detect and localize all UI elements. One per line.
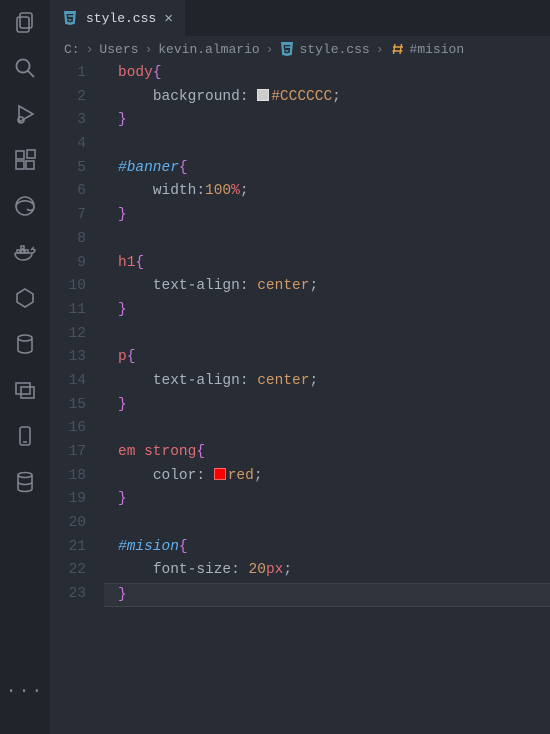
code-line[interactable]: #mision{ — [104, 536, 550, 560]
color-swatch — [214, 468, 226, 480]
code-line[interactable] — [104, 228, 550, 252]
breadcrumb-part[interactable]: Users — [99, 42, 138, 57]
database-icon[interactable] — [11, 330, 39, 358]
code-line[interactable]: } — [104, 488, 550, 512]
docker-icon[interactable] — [11, 238, 39, 266]
tab-style-css[interactable]: style.css × — [50, 0, 185, 36]
breadcrumb-file-label: style.css — [299, 42, 369, 57]
symbol-id-icon — [390, 41, 406, 57]
edge-icon[interactable] — [11, 192, 39, 220]
explorer-icon[interactable] — [11, 8, 39, 36]
line-number: 1 — [50, 62, 86, 86]
code-line[interactable]: } — [104, 109, 550, 133]
search-icon[interactable] — [11, 54, 39, 82]
code-line[interactable]: } — [104, 583, 550, 607]
chevron-right-icon: › — [376, 42, 384, 57]
editor-group: style.css × C: › Users › kevin.almario ›… — [50, 0, 550, 734]
line-number: 2 — [50, 86, 86, 110]
line-number: 14 — [50, 370, 86, 394]
code-line[interactable]: text-align: center; — [104, 275, 550, 299]
breadcrumb-file[interactable]: style.css — [279, 41, 369, 57]
hexagon-icon[interactable] — [11, 284, 39, 312]
breadcrumb-part[interactable]: kevin.almario — [158, 42, 259, 57]
code-editor[interactable]: 1234567891011121314151617181920212223 bo… — [50, 62, 550, 734]
code-area[interactable]: body{ background: #CCCCCC;} #banner{ widt… — [104, 62, 550, 734]
line-number: 12 — [50, 323, 86, 347]
chevron-right-icon: › — [86, 42, 94, 57]
breadcrumb-part[interactable]: C: — [64, 42, 80, 57]
line-number: 15 — [50, 394, 86, 418]
code-line[interactable] — [104, 417, 550, 441]
database2-icon[interactable] — [11, 468, 39, 496]
code-line[interactable]: } — [104, 394, 550, 418]
code-line[interactable]: p{ — [104, 346, 550, 370]
code-line[interactable]: background: #CCCCCC; — [104, 86, 550, 110]
breadcrumbs[interactable]: C: › Users › kevin.almario › style.css ›… — [50, 36, 550, 62]
breadcrumb-symbol[interactable]: #mision — [390, 41, 465, 57]
tab-label: style.css — [86, 11, 156, 26]
code-line[interactable]: color: red; — [104, 465, 550, 489]
line-number: 11 — [50, 299, 86, 323]
breadcrumb-symbol-label: #mision — [410, 42, 465, 57]
windows-icon[interactable] — [11, 376, 39, 404]
chevron-right-icon: › — [266, 42, 274, 57]
more-icon[interactable]: ··· — [11, 678, 39, 706]
line-number: 22 — [50, 559, 86, 583]
extensions-icon[interactable] — [11, 146, 39, 174]
line-number: 16 — [50, 417, 86, 441]
line-number: 4 — [50, 133, 86, 157]
tabs-bar: style.css × — [50, 0, 550, 36]
activity-bar: ··· — [0, 0, 50, 734]
code-line[interactable]: text-align: center; — [104, 370, 550, 394]
css-file-icon — [279, 41, 295, 57]
run-debug-icon[interactable] — [11, 100, 39, 128]
line-number: 18 — [50, 465, 86, 489]
code-line[interactable]: font-size: 20px; — [104, 559, 550, 583]
code-line[interactable]: #banner{ — [104, 157, 550, 181]
line-number: 13 — [50, 346, 86, 370]
code-line[interactable] — [104, 133, 550, 157]
line-number: 3 — [50, 109, 86, 133]
code-line[interactable]: body{ — [104, 62, 550, 86]
line-number: 9 — [50, 252, 86, 276]
line-number: 7 — [50, 204, 86, 228]
close-icon[interactable]: × — [164, 10, 173, 27]
code-line[interactable]: } — [104, 204, 550, 228]
code-line[interactable]: width:100%; — [104, 180, 550, 204]
css-file-icon — [62, 10, 78, 26]
line-number: 17 — [50, 441, 86, 465]
gutter: 1234567891011121314151617181920212223 — [50, 62, 104, 734]
code-line[interactable]: em strong{ — [104, 441, 550, 465]
chevron-right-icon: › — [144, 42, 152, 57]
line-number: 6 — [50, 180, 86, 204]
color-swatch — [257, 89, 269, 101]
line-number: 23 — [50, 583, 86, 607]
line-number: 21 — [50, 536, 86, 560]
device-icon[interactable] — [11, 422, 39, 450]
line-number: 5 — [50, 157, 86, 181]
line-number: 8 — [50, 228, 86, 252]
code-line[interactable] — [104, 323, 550, 347]
line-number: 20 — [50, 512, 86, 536]
line-number: 10 — [50, 275, 86, 299]
code-line[interactable]: } — [104, 299, 550, 323]
code-line[interactable] — [104, 512, 550, 536]
code-line[interactable]: h1{ — [104, 252, 550, 276]
line-number: 19 — [50, 488, 86, 512]
